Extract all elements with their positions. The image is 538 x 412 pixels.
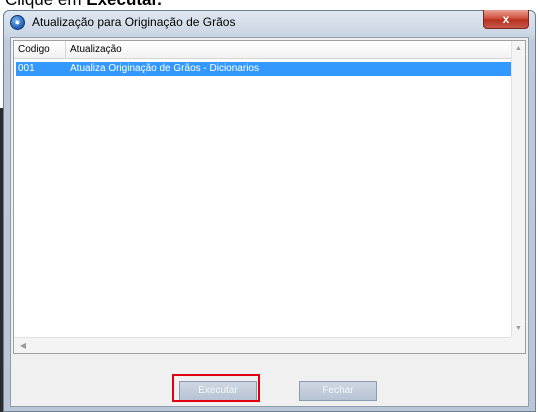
cell-atualizacao: Atualiza Originação de Grãos - Dicionari… — [70, 63, 259, 74]
scroll-left-arrow-icon[interactable]: ◀ — [16, 338, 30, 353]
column-header-codigo[interactable]: Codigo — [14, 41, 66, 58]
window-title: Atualização para Originação de Grãos — [32, 15, 236, 29]
scroll-down-arrow-icon[interactable]: ▼ — [512, 322, 525, 336]
table-row[interactable]: 001 Atualiza Originação de Grãos - Dicio… — [16, 62, 512, 76]
vertical-scrollbar[interactable]: ▲ ▼ — [511, 41, 525, 337]
caption-emphasis: Executar. — [86, 0, 162, 9]
execute-highlight-box — [172, 374, 260, 402]
close-window-button[interactable]: x — [483, 10, 529, 29]
scrollbar-corner — [511, 337, 525, 353]
title-bar[interactable]: ● Atualização para Originação de Grãos x — [4, 10, 535, 35]
horizontal-scrollbar[interactable]: ◀ ▶ — [14, 337, 522, 353]
column-header-atualizacao[interactable]: Atualização — [66, 41, 512, 58]
dialog-window: ● Atualização para Originação de Grãos x… — [3, 10, 536, 412]
caption-prefix: Clique em — [5, 0, 86, 9]
dialog-client-area: Codigo Atualização 001 Atualiza Originaç… — [10, 37, 529, 407]
close-button[interactable]: Fechar — [299, 381, 377, 401]
updates-grid: Codigo Atualização 001 Atualiza Originaç… — [13, 40, 526, 354]
app-globe-icon: ● — [10, 15, 25, 30]
scroll-up-arrow-icon[interactable]: ▲ — [512, 42, 525, 56]
grid-header: Codigo Atualização — [14, 41, 512, 59]
instruction-caption: Clique em Executar. — [5, 0, 162, 10]
cell-codigo: 001 — [18, 63, 35, 74]
